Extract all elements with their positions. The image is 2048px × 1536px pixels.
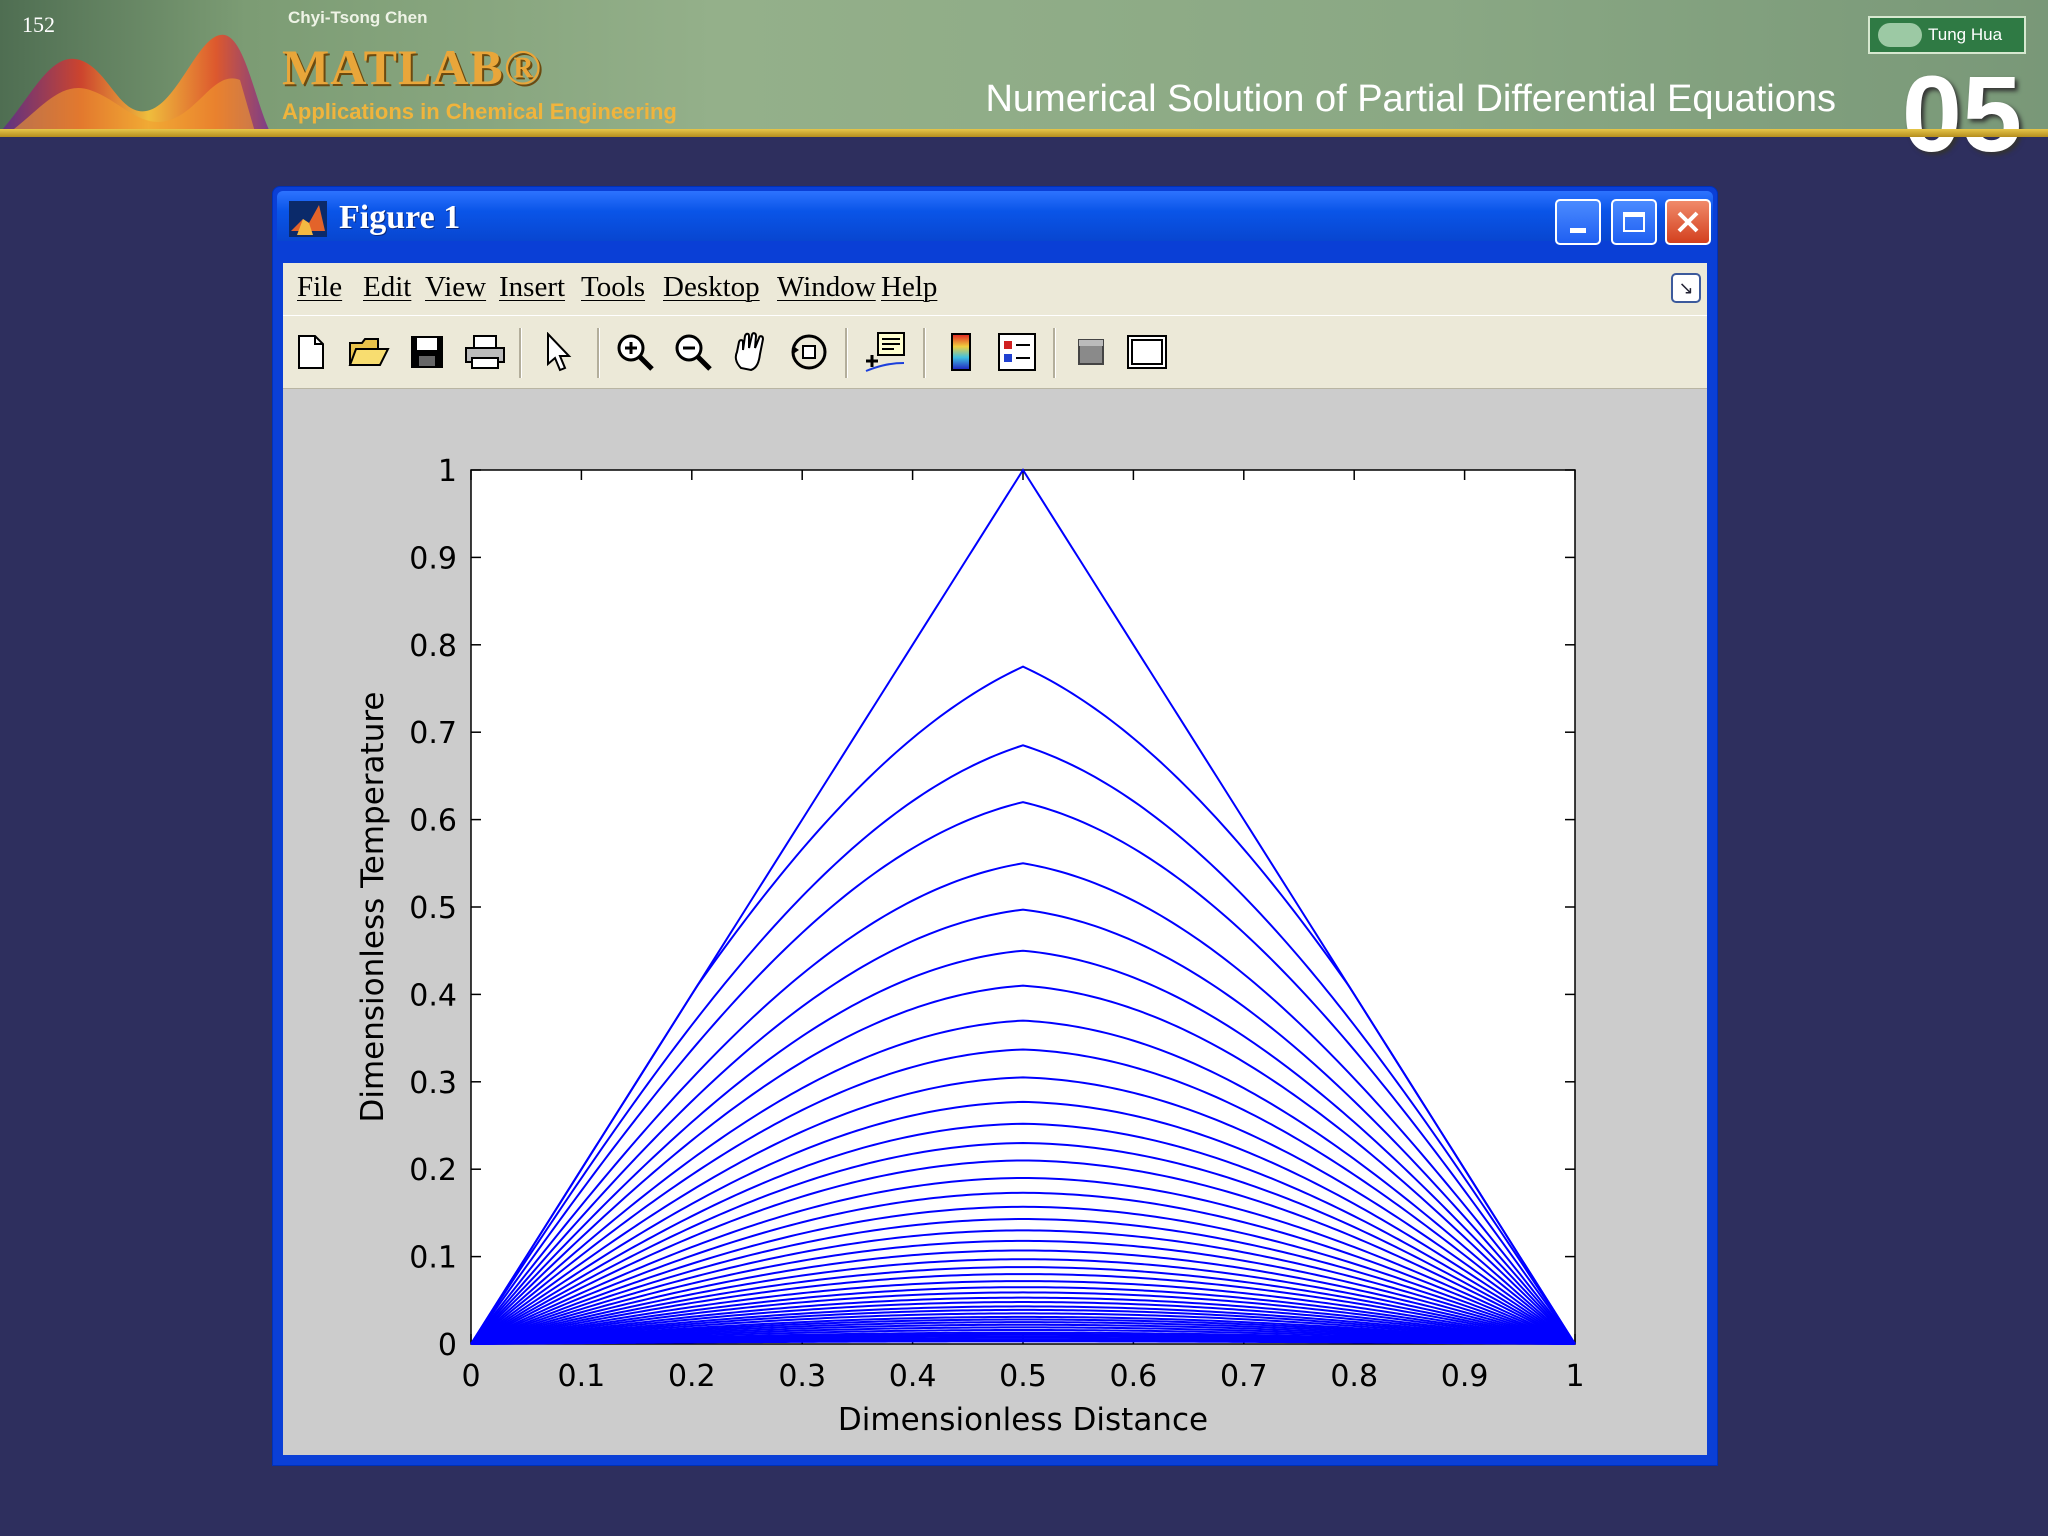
pan-button[interactable] [729,330,773,374]
figure-canvas[interactable]: Dimensionless Distance Dimensionless Tem… [283,389,1707,1455]
publisher-seal-icon [1878,23,1922,47]
new-figure-icon [298,335,324,369]
open-file-button[interactable] [347,330,391,374]
figure-toolbar [283,315,1707,390]
x-tick-label: 0.9 [1441,1359,1489,1394]
zoom-in-button[interactable] [613,330,657,374]
menu-desktop[interactable]: Desktop [663,271,760,304]
dock-arrow-icon: ↘ [1678,278,1694,298]
y-tick-label: 0.7 [409,716,457,751]
save-button[interactable] [405,330,449,374]
axes-plot[interactable]: Dimensionless Distance Dimensionless Tem… [283,389,1709,1455]
insert-legend-button[interactable] [995,330,1039,374]
data-cursor-icon [865,332,905,372]
y-tick-label: 0.6 [409,804,457,839]
data-cursor-button[interactable] [863,330,907,374]
slide-header: 152 Chyi-Tsong Chen MATLAB® Applications… [0,0,2048,130]
menu-help[interactable]: Help [881,271,937,304]
y-tick-label: 0 [438,1328,457,1363]
menu-tools[interactable]: Tools [581,271,645,304]
toolbar-separator [519,328,522,378]
hide-plot-tools-button[interactable] [1069,330,1113,374]
y-tick-label: 0.3 [409,1066,457,1101]
rotate-3d-button[interactable] [787,330,831,374]
figure-window[interactable]: Figure 1 File Edit View Insert Tools Des… [272,186,1718,1466]
open-file-icon [348,338,390,366]
show-plot-tools-icon [1127,335,1167,369]
minimize-button[interactable] [1555,199,1601,245]
y-tick-label: 0.4 [409,978,457,1013]
page-number: 152 [22,12,55,37]
menu-insert[interactable]: Insert [499,271,565,304]
x-tick-label: 0.6 [1110,1359,1158,1394]
insert-legend-icon [998,333,1036,371]
x-tick-label: 0 [461,1359,480,1394]
print-button[interactable] [463,330,507,374]
dock-figure-button[interactable]: ↘ [1671,273,1701,303]
publisher-badge: Tung Hua [1868,16,2026,54]
maximize-icon [1623,212,1645,232]
y-tick-label: 0.5 [409,891,457,926]
show-plot-tools-button[interactable] [1125,330,1169,374]
x-tick-label: 0.8 [1330,1359,1378,1394]
matlab-app-icon [289,201,327,237]
chapter-number: 05 [1901,53,2022,174]
save-icon [411,336,443,368]
menu-window[interactable]: Window [777,271,876,304]
slide-title: Numerical Solution of Partial Differenti… [985,78,1836,120]
x-tick-label: 0.2 [668,1359,716,1394]
toolbar-separator [923,328,926,378]
x-tick-label: 0.7 [1220,1359,1268,1394]
y-tick-label: 0.8 [409,629,457,664]
y-tick-label: 0.1 [409,1241,457,1276]
rotate-3d-icon [791,334,827,370]
x-tick-label: 1 [1565,1359,1584,1394]
edit-plot-button[interactable] [537,330,581,374]
menu-view[interactable]: View [425,271,486,304]
publisher-name: Tung Hua [1928,25,2003,44]
close-button[interactable] [1665,199,1711,245]
x-tick-label: 0.4 [889,1359,937,1394]
window-title: Figure 1 [339,199,461,236]
insert-colorbar-button[interactable] [939,330,983,374]
author-name: Chyi-Tsong Chen [288,8,428,27]
zoom-in-icon [617,334,654,371]
edit-plot-arrow-icon [547,332,572,372]
zoom-out-icon [675,334,712,371]
x-tick-label: 0.3 [778,1359,826,1394]
toolbar-separator [845,328,848,378]
x-tick-label: 0.5 [999,1359,1047,1394]
maximize-button[interactable] [1611,199,1657,245]
close-icon [1677,211,1699,233]
menu-bar: File Edit View Insert Tools Desktop Wind… [283,263,1707,315]
minimize-icon [1570,227,1586,233]
x-axis-label: Dimensionless Distance [838,1402,1208,1438]
book-tagline: Applications in Chemical Engineering [282,99,677,124]
y-axis-label: Dimensionless Temperature [355,692,391,1123]
y-tick-label: 1 [438,454,457,489]
toolbar-separator [1053,328,1056,378]
print-icon [465,335,505,369]
menu-edit[interactable]: Edit [363,271,411,304]
hide-plot-tools-icon [1078,339,1104,365]
window-titlebar[interactable]: Figure 1 [277,191,1713,245]
header-divider [0,129,2048,137]
new-figure-button[interactable] [289,330,333,374]
matlab-logo-text: MATLAB® [282,39,543,95]
x-tick-label: 0.1 [558,1359,606,1394]
pan-hand-icon [734,332,765,372]
insert-colorbar-icon [951,333,971,371]
toolbar-separator [597,328,600,378]
y-tick-label: 0.9 [409,541,457,576]
menu-file[interactable]: File [297,271,342,304]
zoom-out-button[interactable] [671,330,715,374]
y-tick-label: 0.2 [409,1153,457,1188]
